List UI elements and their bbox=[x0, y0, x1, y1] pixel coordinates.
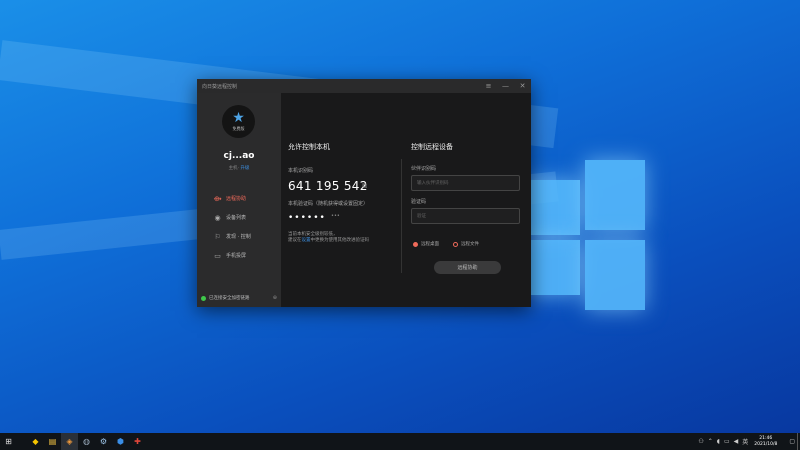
device-id: 641 195 542 bbox=[288, 179, 368, 193]
start-icon[interactable]: ⊞ bbox=[0, 433, 17, 450]
section-divider bbox=[401, 159, 402, 273]
device-id-label: 本机识别码 bbox=[288, 168, 314, 174]
file-explorer-icon[interactable]: ▤ bbox=[44, 433, 61, 450]
verify-code-label: 验证码 bbox=[411, 199, 427, 205]
sidebar-item-label: 发现 · 控制 bbox=[226, 234, 251, 240]
steam-icon[interactable]: ⚙ bbox=[95, 433, 112, 450]
remote-assist-button[interactable]: 远程协助 bbox=[434, 261, 501, 274]
copy-icon[interactable]: ⧉ bbox=[362, 182, 367, 191]
verify-code-input[interactable]: 验证 bbox=[411, 208, 520, 224]
connection-status: 已连接安全加密链路 ⊕ bbox=[201, 295, 277, 301]
clock[interactable]: 21:46 2021/10/8 bbox=[754, 436, 777, 447]
partner-id-label: 伙伴识别码 bbox=[411, 166, 437, 172]
sidebar-nav: ⟴ 远程协助 ◉ 设备列表 ⚐ 发现 · 控制 ▭ 手机投屏 bbox=[213, 189, 277, 265]
control-remote-title: 控制远程设备 bbox=[411, 143, 453, 151]
status-dot-icon bbox=[201, 295, 206, 301]
security-hint-prefix: 建议在 bbox=[288, 238, 302, 243]
sunlogin-window: 向日葵远程控制 ≡ — ✕ ★ 免费版 cj...ao 主机· 升级 ⟴ 远程协… bbox=[197, 79, 531, 307]
account-status: 主机· 升级 bbox=[197, 165, 281, 171]
people-icon[interactable]: ⚇ bbox=[698, 438, 703, 445]
system-tray: ⚇ ⌃ ◖ ▭ ◀ 英 21:46 2021/10/8 ▢ bbox=[696, 433, 800, 450]
blue-app-icon[interactable]: ⬢ bbox=[112, 433, 129, 450]
sidebar-item-remote-assist[interactable]: ⟴ 远程协助 bbox=[213, 189, 277, 208]
discover-icon: ⚐ bbox=[214, 232, 221, 241]
red-app-icon[interactable]: ✚ bbox=[129, 433, 146, 450]
clock-date: 2021/10/8 bbox=[754, 441, 778, 447]
taskbar: ⊞ ◆ ▤ ◈ ◍ ⚙ ⬢ ✚ ⚇ ⌃ ◖ ▭ ◀ 英 21:46 2021/1… bbox=[0, 433, 800, 450]
connection-status-text: 已连接安全加密链路 bbox=[209, 296, 250, 301]
star-icon: ★ bbox=[232, 110, 245, 126]
allow-control-title: 允许控制本机 bbox=[288, 143, 330, 151]
mode-radio-group: 远程桌面 远程文件 bbox=[413, 241, 479, 247]
sidebar-item-discover[interactable]: ⚐ 发现 · 控制 bbox=[213, 227, 277, 246]
notification-icon[interactable]: ▢ bbox=[789, 438, 795, 445]
username: cj...ao bbox=[223, 151, 255, 161]
windows-logo-icon bbox=[525, 160, 645, 310]
sidebar-item-screen-cast[interactable]: ▭ 手机投屏 bbox=[213, 246, 277, 265]
sunlogin-icon[interactable]: ◈ bbox=[61, 433, 78, 450]
sidebar-item-device-list[interactable]: ◉ 设备列表 bbox=[213, 208, 277, 227]
plan-badge: 免费版 bbox=[232, 126, 245, 131]
title-bar[interactable]: 向日葵远程控制 ≡ — ✕ bbox=[197, 79, 531, 93]
ime-icon[interactable]: 英 bbox=[742, 437, 748, 446]
security-hint-suffix: 中更换为使用其他改进验证码 bbox=[310, 238, 370, 243]
microphone-icon[interactable]: ◖ bbox=[717, 438, 720, 445]
password-label: 本机验证码（随机获得或设置固定） bbox=[288, 201, 369, 207]
device-list-icon: ◉ bbox=[214, 213, 221, 222]
account-status-text: 主机· bbox=[228, 166, 239, 171]
sidebar: ★ 免费版 cj...ao 主机· 升级 ⟴ 远程协助 ◉ 设备列表 ⚐ 发现 … bbox=[197, 93, 281, 307]
minimize-icon[interactable]: — bbox=[497, 79, 514, 93]
volume-icon[interactable]: ◀ bbox=[734, 438, 739, 445]
remote-desktop-radio[interactable] bbox=[413, 241, 418, 247]
lock-icon[interactable]: ⊕ bbox=[273, 295, 277, 301]
close-icon[interactable]: ✕ bbox=[514, 79, 531, 93]
sidebar-item-label: 手机投屏 bbox=[226, 253, 247, 259]
upgrade-link[interactable]: 升级 bbox=[240, 166, 249, 171]
remote-file-label: 远程文件 bbox=[461, 242, 479, 247]
security-hint: 当前本机安全级别较低， 建议在设置中更换为使用其他改进验证码 bbox=[288, 232, 408, 244]
partner-id-input[interactable]: 输入伙伴识别码 bbox=[411, 175, 520, 191]
show-password-icon[interactable]: ••• bbox=[331, 213, 340, 219]
menu-icon[interactable]: ≡ bbox=[480, 79, 497, 93]
remote-desktop-label: 远程桌面 bbox=[421, 242, 439, 247]
network-icon[interactable]: ▭ bbox=[724, 438, 730, 445]
avatar[interactable]: ★ 免费版 bbox=[222, 105, 255, 138]
screen-cast-icon: ▭ bbox=[214, 251, 221, 260]
norton-icon[interactable]: ◆ bbox=[27, 433, 44, 450]
remote-file-radio[interactable] bbox=[453, 241, 458, 247]
sidebar-item-label: 设备列表 bbox=[226, 215, 247, 221]
chevron-up-icon[interactable]: ⌃ bbox=[708, 438, 713, 445]
password-value: •••••• bbox=[288, 213, 326, 223]
window-title: 向日葵远程控制 bbox=[202, 83, 238, 90]
remote-assist-icon: ⟴ bbox=[213, 194, 222, 203]
app-icon[interactable]: ◍ bbox=[78, 433, 95, 450]
sidebar-item-label: 远程协助 bbox=[226, 196, 247, 202]
settings-link[interactable]: 设置 bbox=[302, 238, 311, 243]
main-content: 允许控制本机 本机识别码 641 195 542 ⧉ 本机验证码（随机获得或设置… bbox=[281, 93, 531, 307]
